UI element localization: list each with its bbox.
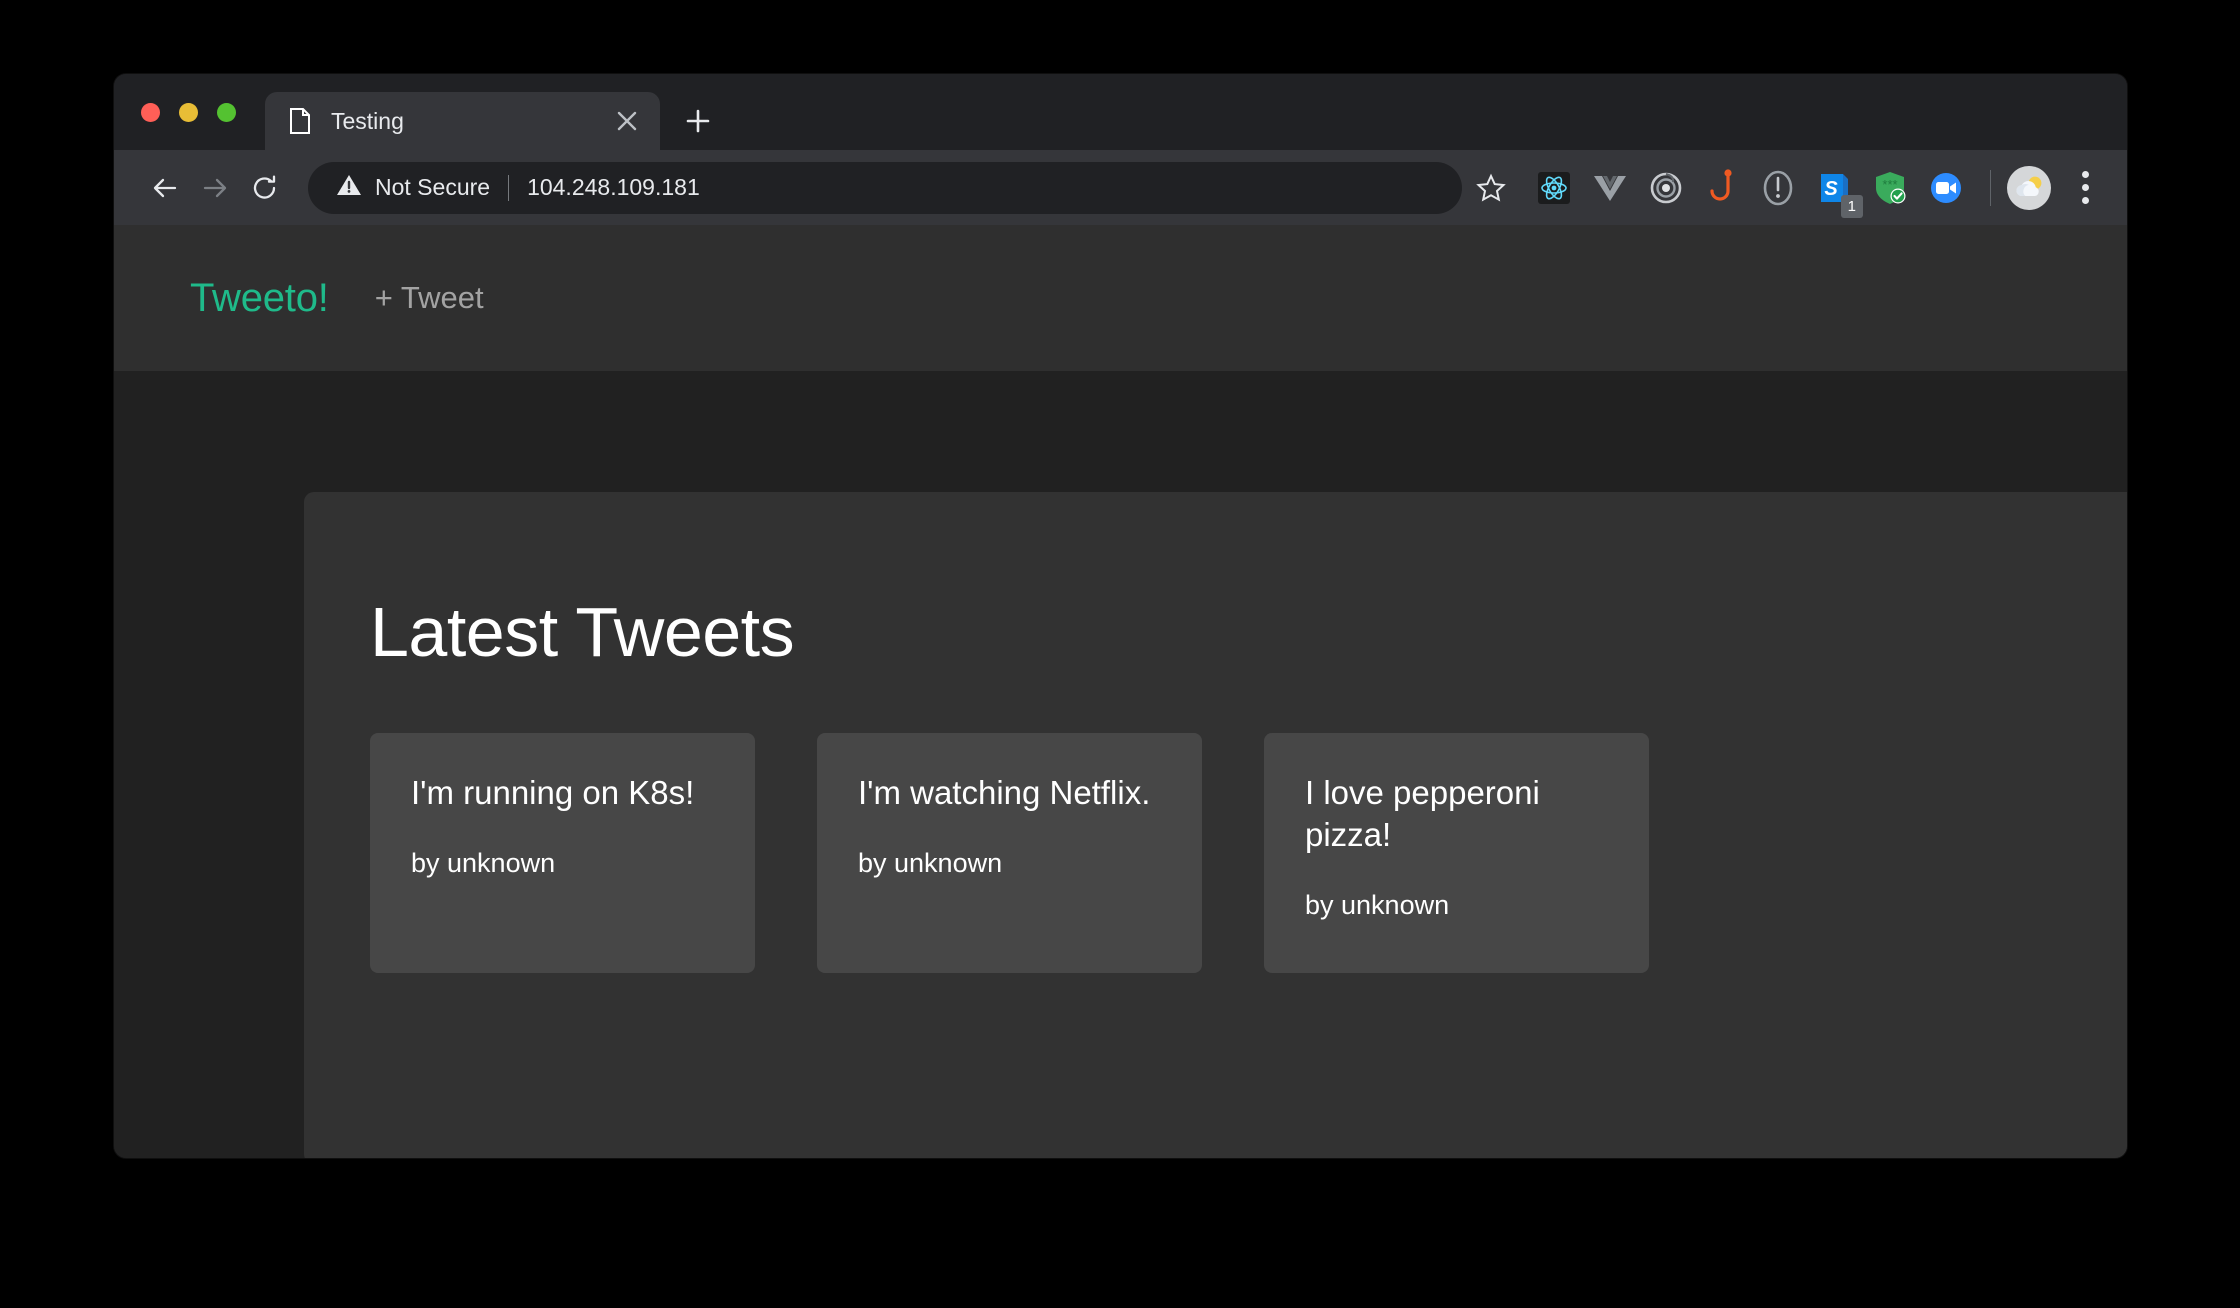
- browser-tab-testing[interactable]: Testing: [265, 92, 660, 150]
- tweet-card[interactable]: I love pepperoni pizza! by unknown: [1264, 733, 1649, 973]
- tab-title: Testing: [331, 107, 404, 134]
- nav-link-new-tweet[interactable]: + Tweet: [375, 280, 484, 316]
- orange-hook-icon[interactable]: [1699, 165, 1745, 211]
- page-title: Latest Tweets: [370, 593, 795, 671]
- maximize-window-button[interactable]: [217, 103, 236, 122]
- menu-dot: [2081, 171, 2089, 178]
- url-text: 104.248.109.181: [527, 174, 700, 200]
- svg-text:S: S: [1824, 178, 1838, 200]
- document-icon: [289, 108, 311, 134]
- forward-arrow-icon[interactable]: [190, 163, 240, 213]
- back-arrow-icon[interactable]: [140, 163, 190, 213]
- warning-triangle-icon: [336, 173, 362, 202]
- zoom-camera-icon[interactable]: [1923, 165, 1969, 211]
- omnibox-divider: [508, 174, 510, 201]
- tweet-card[interactable]: I'm watching Netflix. by unknown: [817, 733, 1202, 973]
- close-tab-button[interactable]: [610, 104, 644, 138]
- tweet-author: by unknown: [1305, 890, 1450, 921]
- three-dots-vertical-icon[interactable]: [2065, 165, 2105, 211]
- extension-icons: S 1 ***: [1526, 165, 1974, 218]
- reload-icon[interactable]: [240, 163, 290, 213]
- close-window-button[interactable]: [141, 103, 160, 122]
- tab-strip: Testing: [114, 74, 2127, 150]
- star-outline-icon[interactable]: [1468, 165, 1514, 211]
- menu-dot: [2081, 197, 2089, 204]
- tweet-card[interactable]: I'm running on K8s! by unknown: [370, 733, 755, 973]
- new-tab-button[interactable]: [677, 100, 719, 142]
- react-devtools-icon[interactable]: [1531, 165, 1577, 211]
- extension-badge-count: 1: [1840, 194, 1863, 218]
- tweet-text: I'm watching Netflix.: [858, 774, 1151, 811]
- site-brand-tweeto[interactable]: Tweeto!: [190, 276, 329, 321]
- target-rings-icon[interactable]: [1643, 165, 1689, 211]
- green-shield-check-icon[interactable]: ***: [1867, 165, 1913, 211]
- tweet-grid: I'm running on K8s! by unknown I'm watch…: [304, 672, 2127, 973]
- security-status-label: Not Secure: [375, 174, 491, 200]
- content-panel: Latest Tweets I'm running on K8s! by unk…: [304, 492, 2127, 1158]
- tweet-author: by unknown: [411, 848, 556, 879]
- site-navbar: Tweeto! + Tweet: [114, 225, 2127, 371]
- exclamation-circle-icon[interactable]: [1755, 165, 1801, 211]
- web-page-viewport: Tweeto! + Tweet Latest Tweets I'm runnin…: [114, 225, 2127, 1158]
- toolbar-divider: [1990, 169, 1991, 206]
- tweet-text: I love pepperoni pizza!: [1305, 774, 1540, 854]
- tweet-author: by unknown: [858, 848, 1003, 879]
- window-controls: [141, 103, 236, 122]
- vue-devtools-icon[interactable]: [1587, 165, 1633, 211]
- browser-window: Testing Not Secure 104.248.109.181 S 1 *…: [114, 74, 2127, 1158]
- minimize-window-button[interactable]: [179, 103, 198, 122]
- menu-dot: [2081, 184, 2089, 191]
- browser-toolbar: Not Secure 104.248.109.181 S 1 ***: [114, 150, 2127, 225]
- partly-cloudy-avatar-icon[interactable]: [2007, 165, 2051, 210]
- address-bar[interactable]: Not Secure 104.248.109.181: [308, 161, 1462, 214]
- sketch-s-icon[interactable]: S 1: [1811, 165, 1863, 218]
- tweet-text: I'm running on K8s!: [411, 774, 695, 811]
